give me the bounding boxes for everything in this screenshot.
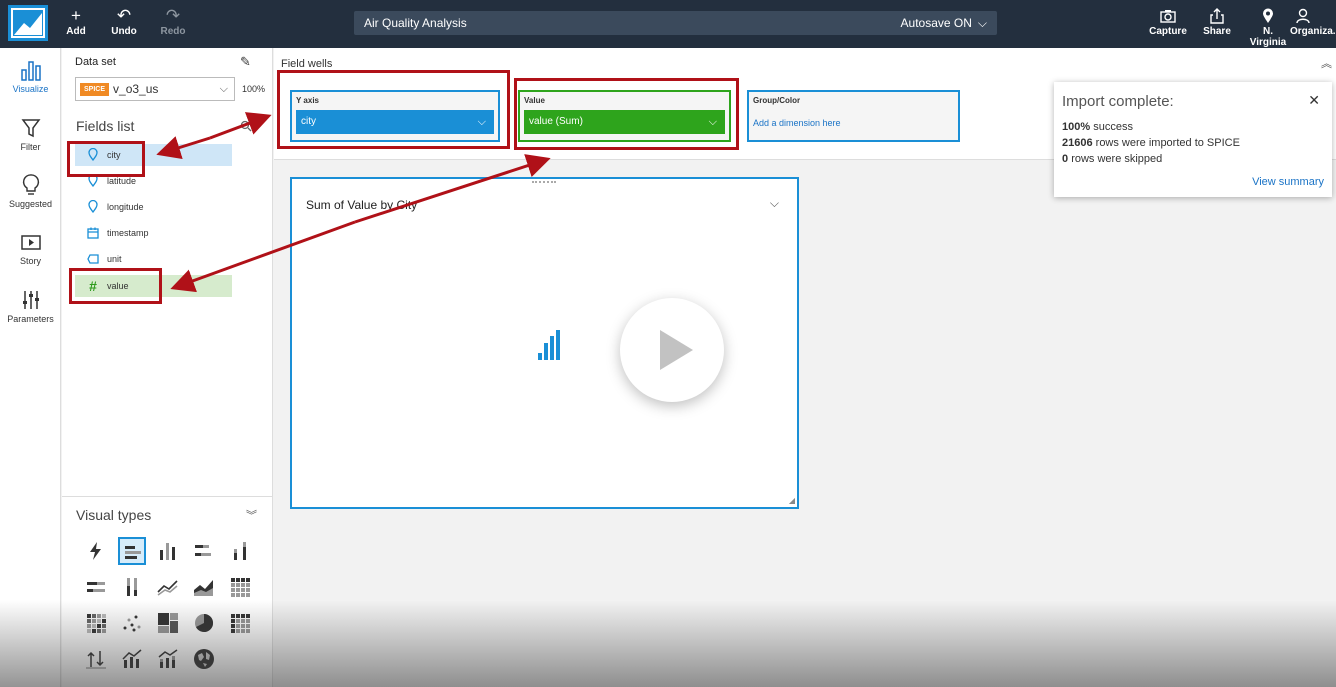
video-play-button[interactable] bbox=[620, 298, 724, 402]
play-icon bbox=[660, 330, 693, 370]
